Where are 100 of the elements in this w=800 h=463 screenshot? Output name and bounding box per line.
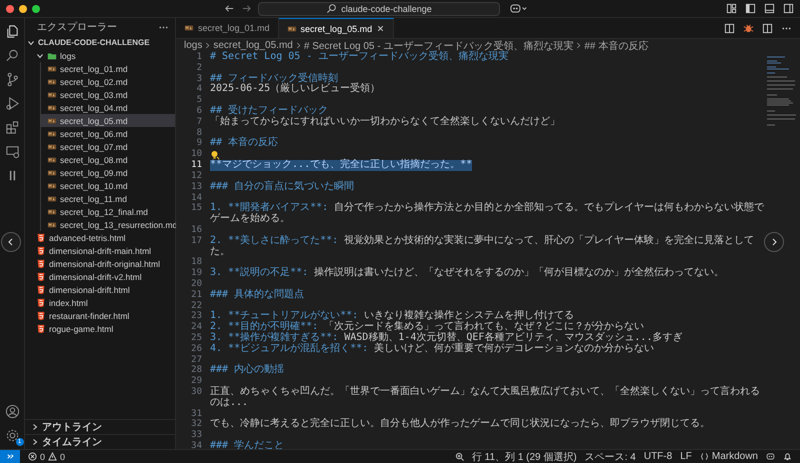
tree-item[interactable]: secret_log_12_final.md xyxy=(41,205,175,218)
line-number: 13 xyxy=(190,182,203,193)
copilot-icon[interactable] xyxy=(766,452,775,461)
breadcrumb-item[interactable]: secret_log_05.md xyxy=(213,40,293,51)
tree-item[interactable]: index.html xyxy=(25,296,175,309)
tree-item[interactable]: secret_log_08.md xyxy=(41,153,175,166)
language-mode[interactable]: Markdown xyxy=(712,451,758,462)
line-number: 23 xyxy=(190,311,203,322)
line-number: 1 xyxy=(196,52,203,63)
encoding[interactable]: UTF-8 xyxy=(644,451,672,462)
bell-icon[interactable] xyxy=(783,452,792,461)
tree-item[interactable]: rogue-game.html xyxy=(25,322,175,335)
markdown-file-icon xyxy=(47,102,57,112)
line-number: 34 xyxy=(190,440,203,452)
layout-icon[interactable] xyxy=(726,3,737,14)
tree-item[interactable]: restaurant-finder.html xyxy=(25,309,175,322)
split-editor-icon[interactable] xyxy=(762,22,773,34)
line-number: 7 xyxy=(196,116,203,128)
code-line: 2. **美しさに酔ってた**: 視覚効果とか技術的な実装に夢中になって、肝心の「プレイヤー体験」を完全に見落としてた。 xyxy=(210,236,756,258)
tree-item[interactable]: secret_log_03.md xyxy=(41,88,175,101)
panel-section-header[interactable]: タイムライン xyxy=(25,434,175,449)
line-number: 26 xyxy=(190,344,203,355)
files-icon[interactable] xyxy=(4,24,20,39)
settings-icon[interactable] xyxy=(4,428,20,443)
tree-item[interactable]: logs xyxy=(25,49,175,62)
tree-item[interactable]: secret_log_06.md xyxy=(41,127,175,140)
line-number: 32 xyxy=(190,419,203,430)
html-file-icon xyxy=(36,232,46,242)
line-number: 15 xyxy=(190,203,203,216)
code-line: 3. **説明の不足**: 操作説明は書いたけど、「なぜそれをするのか」「何が目標なのか」が全然伝わってない。 xyxy=(210,268,724,279)
run-debug-icon[interactable] xyxy=(4,96,20,111)
remote-explorer-icon[interactable] xyxy=(4,144,20,159)
line-number: 25 xyxy=(190,332,203,344)
breadcrumb-item[interactable]: ## 本音の反応 xyxy=(584,38,648,52)
code-line: 4. **ビジュアルが混乱を招く**: 美しいけど、何が重要で何がデコレーションなのか分からない xyxy=(210,344,654,355)
remote-button[interactable] xyxy=(0,450,20,463)
line-number: 8 xyxy=(196,128,203,138)
editor-tab[interactable]: secret_log_05.md xyxy=(278,18,394,38)
forward-arrow-icon[interactable] xyxy=(241,3,252,14)
close-window-icon[interactable] xyxy=(6,4,14,12)
source-control-icon[interactable] xyxy=(4,72,20,87)
tree-item[interactable]: dimensional-drift.html xyxy=(25,283,175,296)
secondary-sidebar-icon[interactable] xyxy=(783,3,794,14)
tree-item[interactable]: secret_log_13_resurrection.md xyxy=(41,218,175,231)
line-number: 6 xyxy=(196,106,203,117)
line-ending[interactable]: LF xyxy=(680,451,692,462)
breadcrumb-item[interactable]: logs xyxy=(184,40,202,51)
tree-item[interactable]: dimensional-drift-main.html xyxy=(25,244,175,257)
chevron-icon xyxy=(296,42,301,49)
tree-item[interactable]: secret_log_10.md xyxy=(41,179,175,192)
search-icon xyxy=(326,3,338,14)
minimize-window-icon[interactable] xyxy=(19,4,27,12)
sidebar-toggle-icon[interactable] xyxy=(745,3,756,14)
html-file-icon xyxy=(36,258,46,268)
code-line: ## 本音の反応 xyxy=(210,138,278,150)
line-number: 17 xyxy=(190,236,203,248)
folder-icon xyxy=(47,50,57,60)
chevron-icon xyxy=(576,42,582,49)
code-line: 1. **チュートリアルがない**: いきなり複雑な操作とシステムを押し付けてる xyxy=(210,311,574,322)
html-file-icon xyxy=(36,272,46,282)
markdown-file-icon xyxy=(47,194,57,204)
search-icon[interactable] xyxy=(4,48,20,63)
close-icon[interactable] xyxy=(376,24,386,33)
bug-icon[interactable] xyxy=(743,22,754,34)
tree-item[interactable]: dimensional-drift-original.html xyxy=(25,257,175,270)
maximize-window-icon[interactable] xyxy=(32,4,40,12)
tree-item[interactable]: secret_log_05.md xyxy=(41,114,175,127)
extensions-icon[interactable] xyxy=(4,120,20,135)
panel-toggle-icon[interactable] xyxy=(764,3,775,14)
tree-item[interactable]: secret_log_11.md xyxy=(41,192,175,205)
tree-item[interactable]: secret_log_09.md xyxy=(41,166,175,179)
tree-item[interactable]: secret_log_07.md xyxy=(41,140,175,153)
line-number: 29 xyxy=(190,376,203,387)
collapse-button[interactable] xyxy=(1,232,21,252)
account-icon[interactable] xyxy=(4,404,20,419)
panel-section-header[interactable]: アウトライン xyxy=(25,419,175,434)
tree-item[interactable]: secret_log_04.md xyxy=(41,101,175,114)
code-line: 正直、めちゃくちゃ凹んだ。「世界で一番面白いゲーム」なんて大風呂敷広げておいて、「全然楽しくない」って言われるのは... xyxy=(210,386,761,408)
error-icon xyxy=(28,452,37,461)
lightbulb-icon[interactable] xyxy=(210,150,220,160)
open-preview-icon[interactable] xyxy=(724,22,735,34)
search-field[interactable]: claude-code-challenge xyxy=(258,2,500,16)
copilot-icon[interactable] xyxy=(510,3,528,14)
code-line: 2025-06-25（厳しいレビュー受領） xyxy=(210,84,380,96)
back-arrow-icon[interactable] xyxy=(224,3,235,14)
line-number: 12 xyxy=(190,170,203,182)
cursor-position[interactable]: 行 11、列 1 (29 個選択) xyxy=(472,450,577,463)
problems-indicator[interactable]: 0 0 xyxy=(28,452,66,462)
tree-item[interactable]: dimensional-drift-v2.html xyxy=(25,270,175,283)
html-file-icon xyxy=(36,324,46,334)
indentation[interactable]: スペース: 4 xyxy=(584,450,636,463)
html-file-icon xyxy=(36,284,46,294)
line-number: 22 xyxy=(190,300,203,311)
tree-item[interactable]: secret_log_02.md xyxy=(41,75,175,88)
tree-item[interactable]: secret_log_01.md xyxy=(41,62,175,75)
workspace-folder[interactable]: CLAUDE-CODE-CHALLENGE xyxy=(25,36,175,49)
code-line: でも、冷静に考えると完全に正しい。自分も他人が作ったゲームで同じ状況になったら、即ブラウザ閉じてる。 xyxy=(210,419,710,430)
code-line: # Secret Log 05 - ユーザーフィードバック受領、痛烈な現実 xyxy=(210,52,508,63)
tree-item[interactable]: advanced-tetris.html xyxy=(25,231,175,244)
zoom-icon[interactable] xyxy=(454,452,464,461)
